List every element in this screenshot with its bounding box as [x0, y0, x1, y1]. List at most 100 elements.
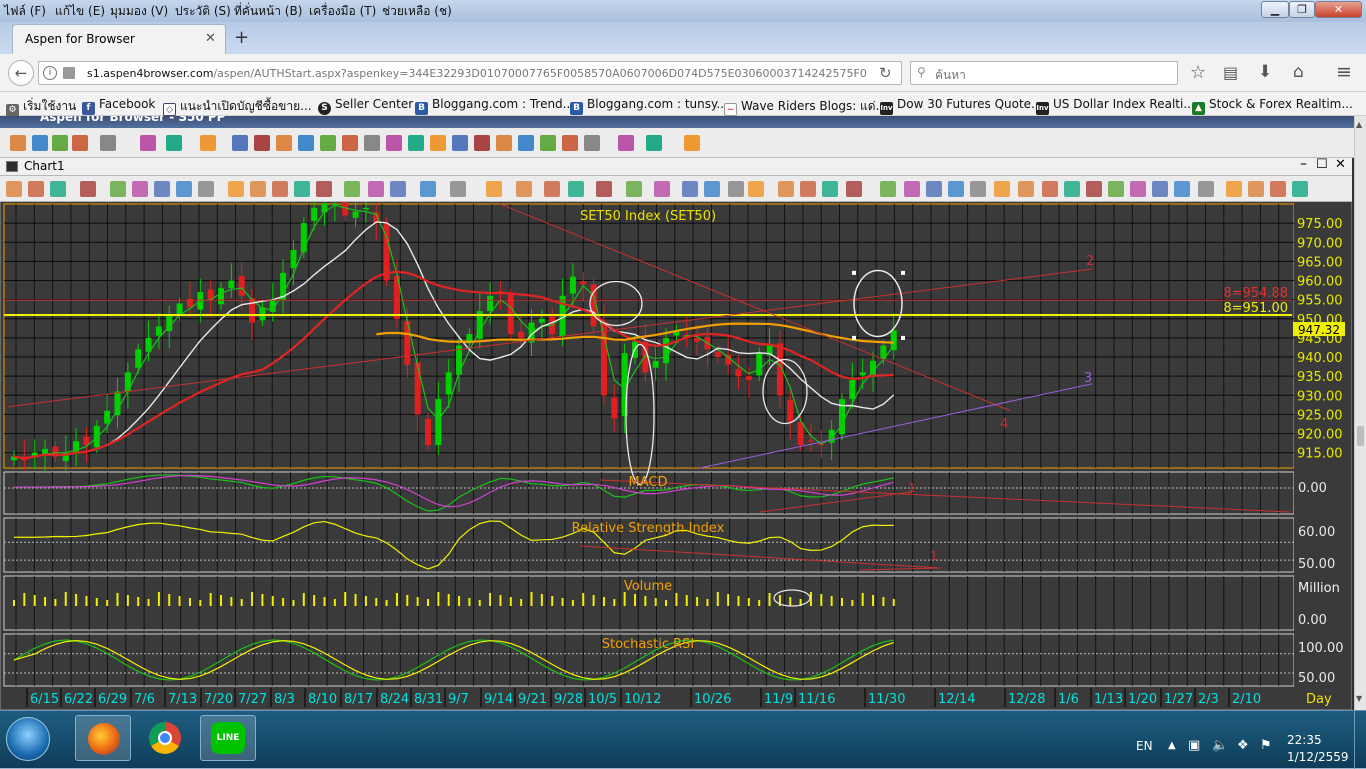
app-tool-icon[interactable]: [386, 135, 402, 151]
browser-tab[interactable]: Aspen for Browser ✕: [12, 24, 226, 54]
selection-handle[interactable]: [852, 270, 856, 275]
app-tool-icon[interactable]: [52, 135, 68, 151]
app-tool-icon[interactable]: [496, 135, 512, 151]
chart-tool-icon[interactable]: [1018, 181, 1034, 197]
app-tool-icon[interactable]: [200, 135, 216, 151]
start-orb-icon[interactable]: [6, 717, 50, 761]
scroll-thumb[interactable]: [1357, 426, 1364, 446]
app-tool-icon[interactable]: [684, 135, 700, 151]
app-tool-icon[interactable]: [584, 135, 600, 151]
menu-edit[interactable]: แก้ไข (E): [55, 2, 105, 21]
chart-tool-icon[interactable]: [682, 181, 698, 197]
app-tool-icon[interactable]: [320, 135, 336, 151]
chart-tool-icon[interactable]: [250, 181, 266, 197]
chart-tool-icon[interactable]: [176, 181, 192, 197]
app-tool-icon[interactable]: [276, 135, 292, 151]
app-tool-icon[interactable]: [100, 135, 116, 151]
chart-tool-icon[interactable]: [228, 181, 244, 197]
home-icon[interactable]: ⌂: [1293, 62, 1304, 82]
chart-tool-icon[interactable]: [272, 181, 288, 197]
url-bar[interactable]: i s1.aspen4browser.com/aspen/AUTHStart.a…: [38, 61, 902, 85]
chart-tool-icon[interactable]: [800, 181, 816, 197]
menu-bookmarks[interactable]: ที่คั่นหน้า (B): [234, 2, 302, 21]
hamburger-menu-icon[interactable]: ≡: [1336, 61, 1352, 83]
clock-time[interactable]: 22:35: [1287, 733, 1322, 747]
back-button[interactable]: ←: [8, 60, 34, 86]
reload-icon[interactable]: ↻: [879, 64, 892, 82]
close-window-button[interactable]: ✕: [1315, 1, 1362, 18]
chart-tool-icon[interactable]: [904, 181, 920, 197]
app-tool-icon[interactable]: [646, 135, 662, 151]
app-tool-icon[interactable]: [166, 135, 182, 151]
chart-tool-icon[interactable]: [450, 181, 466, 197]
menu-tools[interactable]: เครื่องมือ (T): [309, 2, 376, 21]
chart-tool-icon[interactable]: [654, 181, 670, 197]
app-tool-icon[interactable]: [72, 135, 88, 151]
search-bar[interactable]: ⚲ ค้นหา: [910, 61, 1178, 85]
vertical-scrollbar[interactable]: ▲ ▼: [1354, 116, 1366, 710]
selection-handle[interactable]: [901, 335, 905, 340]
chart-tool-icon[interactable]: [198, 181, 214, 197]
app-tool-icon[interactable]: [10, 135, 26, 151]
app-tool-icon[interactable]: [474, 135, 490, 151]
restore-button[interactable]: ❐: [1289, 1, 1315, 18]
chart-tool-icon[interactable]: [544, 181, 560, 197]
app-tool-icon[interactable]: [364, 135, 380, 151]
app-tool-icon[interactable]: [298, 135, 314, 151]
bookmark-item[interactable]: S Seller Center: [318, 97, 413, 115]
chart-tool-icon[interactable]: [994, 181, 1010, 197]
bookmark-item[interactable]: ◇ แนะนำเปิดบัญชีซื้อขาย...: [163, 97, 312, 116]
app-tool-icon[interactable]: [618, 135, 634, 151]
chart-tool-icon[interactable]: [1130, 181, 1146, 197]
menu-view[interactable]: มุมมอง (V): [110, 2, 168, 21]
app-tool-icon[interactable]: [254, 135, 270, 151]
chart-tool-icon[interactable]: [50, 181, 66, 197]
chart-tool-icon[interactable]: [486, 181, 502, 197]
app-tool-icon[interactable]: [32, 135, 48, 151]
bookmark-item[interactable]: ⚙ เริ่มใช้งาน: [6, 97, 76, 117]
app-tool-icon[interactable]: [408, 135, 424, 151]
chart-tool-icon[interactable]: [420, 181, 436, 197]
menu-file[interactable]: ไฟล์ (F): [4, 2, 46, 21]
bookmark-star-icon[interactable]: ☆: [1190, 62, 1206, 83]
app-tool-icon[interactable]: [452, 135, 468, 151]
menu-history[interactable]: ประวัติ (S): [175, 2, 231, 21]
selection-handle[interactable]: [901, 270, 905, 275]
action-center-icon[interactable]: ⚑: [1260, 738, 1272, 753]
taskbar-line[interactable]: LINE: [200, 715, 256, 761]
chart-maximize-icon[interactable]: ☐: [1316, 157, 1328, 172]
reading-list-icon[interactable]: ▤: [1223, 63, 1238, 82]
chart-tool-icon[interactable]: [132, 181, 148, 197]
chart-tool-icon[interactable]: [316, 181, 332, 197]
tray-expand-icon[interactable]: ▲: [1168, 740, 1176, 751]
chart-tool-icon[interactable]: [516, 181, 532, 197]
chart-tool-icon[interactable]: [368, 181, 384, 197]
network-icon[interactable]: ▣: [1188, 738, 1200, 753]
chart-tool-icon[interactable]: [1292, 181, 1308, 197]
language-indicator[interactable]: EN: [1136, 739, 1153, 753]
chart-tool-icon[interactable]: [704, 181, 720, 197]
app-tool-icon[interactable]: [540, 135, 556, 151]
new-tab-icon[interactable]: +: [234, 27, 249, 48]
app-tool-icon[interactable]: [562, 135, 578, 151]
chart-tool-icon[interactable]: [970, 181, 986, 197]
chart-area[interactable]: 975.00970.00965.00960.00955.00950.00945.…: [0, 202, 1352, 710]
bookmark-item[interactable]: ▲ Stock & Forex Realtim...: [1192, 97, 1353, 115]
chart-tool-icon[interactable]: [1248, 181, 1264, 197]
bookmark-item[interactable]: ~ Wave Riders Blogs: แด่...: [724, 97, 887, 116]
volume-icon[interactable]: 🔈: [1212, 738, 1228, 753]
chart-tool-icon[interactable]: [80, 181, 96, 197]
download-icon[interactable]: ⬇: [1258, 62, 1272, 82]
menu-help[interactable]: ช่วยเหลือ (ช): [382, 2, 452, 21]
chart-tool-icon[interactable]: [1198, 181, 1214, 197]
show-desktop-button[interactable]: [1354, 711, 1366, 769]
app-tool-icon[interactable]: [518, 135, 534, 151]
chart-tool-icon[interactable]: [1108, 181, 1124, 197]
chart-tool-icon[interactable]: [110, 181, 126, 197]
chart-tool-icon[interactable]: [626, 181, 642, 197]
chart-tool-icon[interactable]: [1270, 181, 1286, 197]
bookmark-item[interactable]: f Facebook: [82, 97, 155, 115]
chart-tool-icon[interactable]: [154, 181, 170, 197]
bookmark-item[interactable]: B Bloggang.com : tunsy...: [570, 97, 728, 115]
dropbox-icon[interactable]: ❖: [1237, 738, 1249, 753]
